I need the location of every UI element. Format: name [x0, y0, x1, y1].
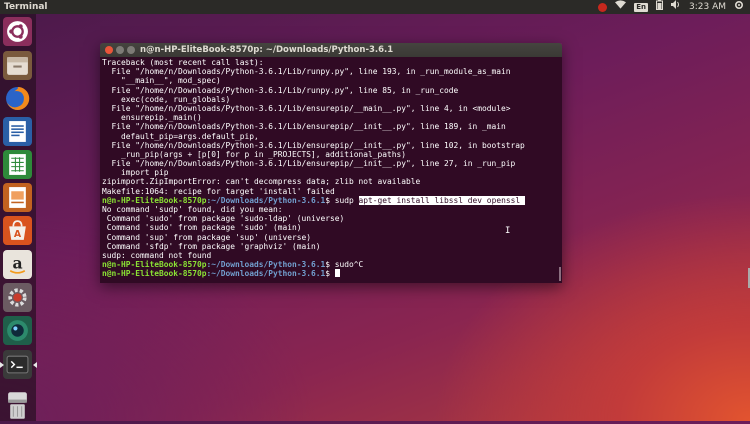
- prompt-line: n@n-HP-EliteBook-8570p:~/Downloads/Pytho…: [102, 260, 562, 269]
- command-text: $ sudp: [325, 195, 359, 205]
- launcher-item-writer[interactable]: [3, 117, 32, 146]
- clock[interactable]: 3:23 AM: [689, 0, 726, 14]
- output-line: Command 'sudo' from package 'sudo-ldap' …: [102, 214, 345, 224]
- terminal-icon: [6, 355, 29, 374]
- system-tray: En 3:23 AM: [598, 0, 744, 14]
- browser-globe-icon: [7, 320, 28, 341]
- launcher-item-amazon[interactable]: a: [3, 250, 32, 279]
- launcher-item-settings[interactable]: [3, 283, 32, 312]
- top-panel: Terminal En 3:23 AM: [0, 0, 750, 14]
- command-text: $: [325, 269, 335, 279]
- launcher-item-software[interactable]: A: [3, 216, 32, 245]
- close-button[interactable]: [105, 46, 113, 54]
- wifi-icon[interactable]: [615, 0, 627, 14]
- launcher-item-firefox[interactable]: [3, 84, 32, 113]
- prompt-user: n@n-HP-EliteBook-8570p: [102, 269, 207, 279]
- launcher-item-browser[interactable]: [3, 316, 32, 345]
- output-line: Makefile:1064: recipe for target 'instal…: [102, 186, 335, 196]
- output-line: File "/home/n/Downloads/Python-3.6.1/Lib…: [102, 67, 511, 77]
- prompt-user: n@n-HP-EliteBook-8570p: [102, 260, 207, 270]
- running-indicator-icon: [0, 362, 4, 368]
- terminal-window[interactable]: n@n-HP-EliteBook-8570p: ~/Downloads/Pyth…: [100, 43, 562, 283]
- trash-icon: [10, 403, 25, 419]
- terminal-output[interactable]: Traceback (most recent call last): File …: [100, 57, 562, 283]
- firefox-icon: [6, 87, 30, 110]
- output-line: Command 'sudo' from package 'sudo' (main…: [102, 223, 302, 233]
- svg-text:A: A: [14, 229, 22, 240]
- launcher-item-files[interactable]: [3, 51, 32, 80]
- active-app-title: Terminal: [4, 2, 48, 12]
- launcher-item-calc[interactable]: [3, 150, 32, 179]
- output-line: sudp: command not found: [102, 250, 212, 260]
- launcher-item-trash[interactable]: [3, 402, 32, 420]
- output-line: File "/home/n/Downloads/Python-3.6.1/Lib…: [102, 159, 516, 169]
- launcher-item-terminal[interactable]: [3, 350, 32, 379]
- output-line: import pip: [102, 168, 169, 178]
- output-line: exec(code, run_globals): [102, 94, 231, 104]
- libreoffice-calc-icon: [9, 154, 26, 175]
- output-line: File "/home/n/Downloads/Python-3.6.1/Lib…: [102, 85, 459, 95]
- update-indicator-icon[interactable]: [598, 2, 608, 12]
- launcher-item-dash[interactable]: [3, 17, 32, 46]
- output-line: File "/home/n/Downloads/Python-3.6.1/Lib…: [102, 140, 525, 150]
- prompt-user: n@n-HP-EliteBook-8570p: [102, 195, 207, 205]
- libreoffice-writer-icon: [9, 121, 26, 142]
- output-line: _run_pip(args + [p[0] for p in _PROJECTS…: [102, 149, 407, 159]
- software-center-icon: A: [9, 220, 26, 240]
- unity-launcher: A a: [0, 14, 37, 421]
- ibeam-cursor-icon: I: [505, 226, 511, 236]
- amazon-icon: a: [9, 254, 26, 274]
- focused-indicator-icon: [33, 362, 37, 368]
- files-icon: [7, 57, 28, 75]
- command-text: $ sudo^C: [325, 260, 364, 270]
- keyboard-layout-indicator[interactable]: En: [634, 2, 648, 12]
- output-line: "__main__", mod_spec): [102, 76, 221, 86]
- session-gear-icon[interactable]: [734, 0, 744, 15]
- prompt-path: :~/Downloads/Python-3.6.1: [206, 269, 326, 279]
- output-line: zipimport.ZipImportError: can't decompre…: [102, 177, 421, 187]
- window-titlebar[interactable]: n@n-HP-EliteBook-8570p: ~/Downloads/Pyth…: [100, 43, 562, 57]
- launcher-item-impress[interactable]: [3, 183, 32, 212]
- output-line: No command 'sudp' found, did you mean:: [102, 205, 283, 214]
- selected-text[interactable]: apt-get install libssl dev openssl: [358, 195, 525, 205]
- ubuntu-dash-icon: [7, 21, 28, 42]
- minimize-button[interactable]: [116, 46, 124, 54]
- maximize-button[interactable]: [127, 46, 135, 54]
- text-cursor: [334, 269, 340, 278]
- output-line: File "/home/n/Downloads/Python-3.6.1/Lib…: [102, 103, 511, 113]
- output-line: ensurepip._main(): [102, 113, 202, 123]
- prompt-path: :~/Downloads/Python-3.6.1: [206, 260, 326, 270]
- output-line: Traceback (most recent call last):: [102, 58, 264, 67]
- output-line: default_pip=args.default_pip,: [102, 131, 259, 141]
- battery-icon[interactable]: [656, 0, 663, 15]
- output-line: File "/home/n/Downloads/Python-3.6.1/Lib…: [102, 122, 506, 132]
- window-title: n@n-HP-EliteBook-8570p: ~/Downloads/Pyth…: [140, 45, 394, 55]
- volume-icon[interactable]: [671, 0, 681, 14]
- libreoffice-impress-icon: [9, 187, 26, 208]
- prompt-path: :~/Downloads/Python-3.6.1: [206, 195, 326, 205]
- system-settings-icon: [8, 288, 27, 307]
- prompt-line: n@n-HP-EliteBook-8570p:~/Downloads/Pytho…: [102, 195, 562, 205]
- output-line: Command 'sfdp' from package 'graphviz' (…: [102, 241, 321, 251]
- svg-text:a: a: [12, 254, 22, 273]
- output-line: Command 'sup' from package 'sup' (univer…: [102, 232, 312, 242]
- prompt-line: n@n-HP-EliteBook-8570p:~/Downloads/Pytho…: [102, 269, 562, 278]
- scrollbar[interactable]: [559, 267, 561, 281]
